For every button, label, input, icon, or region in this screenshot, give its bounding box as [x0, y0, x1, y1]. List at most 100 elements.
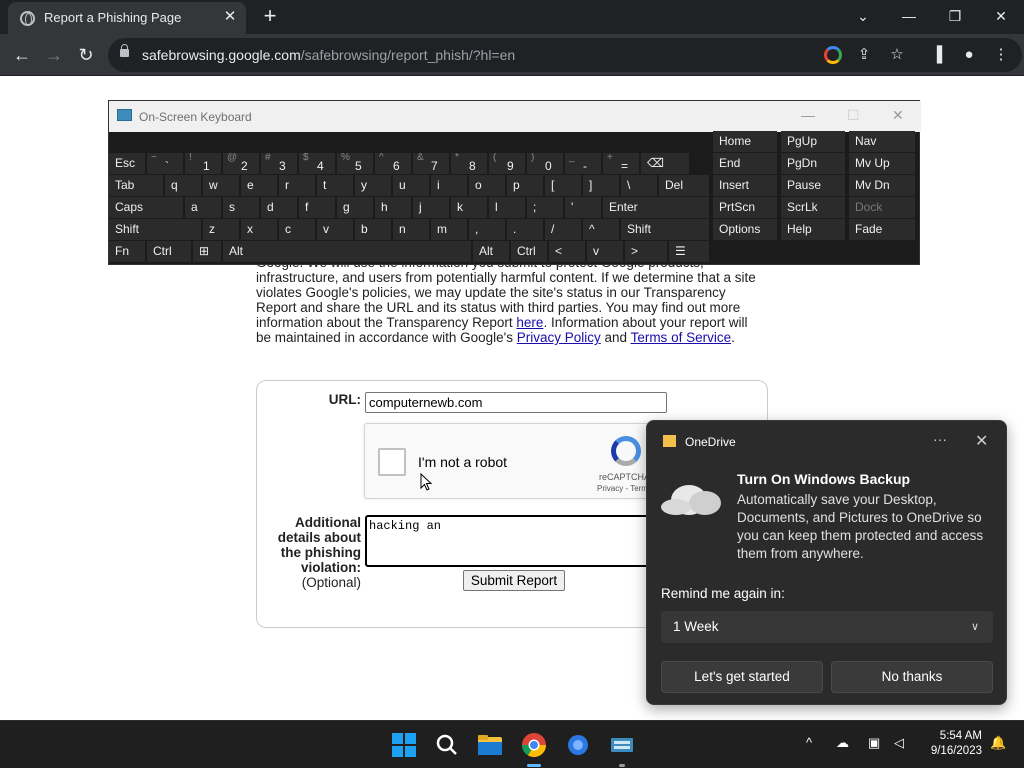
- key-r4-4[interactable]: v: [317, 219, 353, 240]
- bookmark-star-icon[interactable]: ☆: [886, 44, 908, 66]
- key-r4-10[interactable]: /: [545, 219, 581, 240]
- key-r3-3[interactable]: d: [261, 197, 297, 218]
- notification-bell-icon[interactable]: 🔔: [990, 735, 1006, 751]
- key-r1-8[interactable]: & 7: [413, 153, 449, 174]
- more-options-icon[interactable]: ···: [933, 431, 947, 447]
- key-nav-1-0[interactable]: PgUp: [781, 131, 845, 152]
- start-windows-icon[interactable]: [388, 729, 420, 761]
- key-r4-5[interactable]: b: [355, 219, 391, 240]
- notification-close-icon[interactable]: ✕: [975, 431, 988, 451]
- key-nav-0-3[interactable]: PrtScn: [713, 197, 777, 218]
- reload-button[interactable]: ↻: [74, 43, 98, 67]
- osk-maximize-button[interactable]: ☐: [847, 107, 860, 124]
- key-r1-12[interactable]: _ -: [565, 153, 601, 174]
- chrome-icon[interactable]: [518, 729, 550, 767]
- key-nav-2-3[interactable]: Dock: [849, 197, 915, 218]
- key-r3-2[interactable]: s: [223, 197, 259, 218]
- key-r1-1[interactable]: ~ `: [147, 153, 183, 174]
- key-r1-4[interactable]: #3: [261, 153, 297, 174]
- key-r1-14[interactable]: ⌫: [641, 153, 689, 174]
- key-r3-4[interactable]: f: [299, 197, 335, 218]
- key-r3-6[interactable]: h: [375, 197, 411, 218]
- key-r2-4[interactable]: r: [279, 175, 315, 196]
- key-r3-11[interactable]: ': [565, 197, 601, 218]
- key-r1-11[interactable]: ) 0: [527, 153, 563, 174]
- restore-button[interactable]: ❐: [932, 2, 978, 30]
- key-r5-2[interactable]: ⊞: [193, 241, 221, 262]
- key-r2-6[interactable]: y: [355, 175, 391, 196]
- url-input[interactable]: computernewb.com: [365, 392, 667, 413]
- on-screen-keyboard-taskbar-icon[interactable]: [606, 729, 638, 767]
- lets-get-started-button[interactable]: Let's get started: [661, 661, 823, 693]
- new-tab-button[interactable]: +: [259, 5, 281, 27]
- minimize-button[interactable]: —: [886, 2, 932, 30]
- osk-close-button[interactable]: ✕: [892, 107, 904, 124]
- key-r1-0[interactable]: Esc: [109, 153, 145, 174]
- close-window-button[interactable]: ✕: [978, 2, 1024, 30]
- osk-titlebar[interactable]: On-Screen Keyboard — ☐ ✕: [109, 101, 921, 132]
- details-textarea[interactable]: hacking an: [365, 515, 667, 567]
- share-icon[interactable]: ⇪: [853, 44, 875, 66]
- key-r2-3[interactable]: e: [241, 175, 277, 196]
- key-r5-7[interactable]: v: [587, 241, 623, 262]
- close-tab-icon[interactable]: ✕: [222, 9, 238, 25]
- browser-tab[interactable]: Report a Phishing Page ✕: [8, 2, 246, 34]
- tab-search-icon[interactable]: ⌄: [840, 2, 886, 30]
- address-url[interactable]: safebrowsing.google.com/safebrowsing/rep…: [142, 47, 515, 63]
- onedrive-tray-icon[interactable]: ☁: [836, 735, 849, 751]
- key-nav-0-0[interactable]: Home: [713, 131, 777, 152]
- back-button[interactable]: ←: [10, 43, 34, 67]
- key-nav-1-4[interactable]: Help: [781, 219, 845, 240]
- key-r2-5[interactable]: t: [317, 175, 353, 196]
- profile-icon[interactable]: ●: [958, 44, 980, 66]
- recaptcha-checkbox[interactable]: [378, 448, 406, 476]
- key-r1-6[interactable]: % 5: [337, 153, 373, 174]
- key-r2-7[interactable]: u: [393, 175, 429, 196]
- key-r1-7[interactable]: ^ 6: [375, 153, 411, 174]
- address-bar[interactable]: safebrowsing.google.com/safebrowsing/rep…: [108, 38, 1022, 72]
- key-r5-0[interactable]: Fn: [109, 241, 145, 262]
- file-explorer-icon[interactable]: [474, 729, 506, 761]
- key-r3-0[interactable]: Caps: [109, 197, 183, 218]
- key-r1-2[interactable]: ! 1: [185, 153, 221, 174]
- key-r3-8[interactable]: k: [451, 197, 487, 218]
- lock-icon[interactable]: [120, 44, 129, 57]
- side-panel-icon[interactable]: ▐: [926, 44, 948, 66]
- key-r4-1[interactable]: z: [203, 219, 239, 240]
- show-hidden-icons-icon[interactable]: ^: [806, 735, 812, 750]
- key-r2-13[interactable]: \: [621, 175, 657, 196]
- key-nav-0-4[interactable]: Options: [713, 219, 777, 240]
- key-r2-2[interactable]: w: [203, 175, 239, 196]
- key-r5-9[interactable]: ☰: [669, 241, 709, 262]
- key-r4-9[interactable]: .: [507, 219, 543, 240]
- key-nav-2-0[interactable]: Nav: [849, 131, 915, 152]
- forward-button[interactable]: →: [42, 43, 66, 67]
- key-r1-10[interactable]: (9: [489, 153, 525, 174]
- google-lens-icon[interactable]: [824, 46, 842, 64]
- key-nav-1-2[interactable]: Pause: [781, 175, 845, 196]
- key-nav-2-4[interactable]: Fade: [849, 219, 915, 240]
- key-nav-0-2[interactable]: Insert: [713, 175, 777, 196]
- key-nav-2-1[interactable]: Mv Up: [849, 153, 915, 174]
- key-r4-6[interactable]: n: [393, 219, 429, 240]
- app-icon[interactable]: [562, 729, 594, 761]
- key-r3-1[interactable]: a: [185, 197, 221, 218]
- key-r4-12[interactable]: Shift: [621, 219, 709, 240]
- key-r4-0[interactable]: Shift: [109, 219, 201, 240]
- recaptcha-terms[interactable]: Privacy - Terms: [597, 484, 652, 493]
- key-r3-9[interactable]: l: [489, 197, 525, 218]
- key-r2-1[interactable]: q: [165, 175, 201, 196]
- key-r4-7[interactable]: m: [431, 219, 467, 240]
- key-r4-8[interactable]: ,: [469, 219, 505, 240]
- menu-icon[interactable]: ⋮: [990, 44, 1012, 66]
- search-icon[interactable]: [431, 729, 463, 761]
- key-r5-1[interactable]: Ctrl: [147, 241, 191, 262]
- key-r5-4[interactable]: Alt: [473, 241, 509, 262]
- key-r4-11[interactable]: ^: [583, 219, 619, 240]
- key-r5-3[interactable]: Alt: [223, 241, 471, 262]
- key-r2-0[interactable]: Tab: [109, 175, 163, 196]
- key-r2-8[interactable]: i: [431, 175, 467, 196]
- key-r2-11[interactable]: [: [545, 175, 581, 196]
- key-r4-3[interactable]: c: [279, 219, 315, 240]
- key-r5-6[interactable]: <: [549, 241, 585, 262]
